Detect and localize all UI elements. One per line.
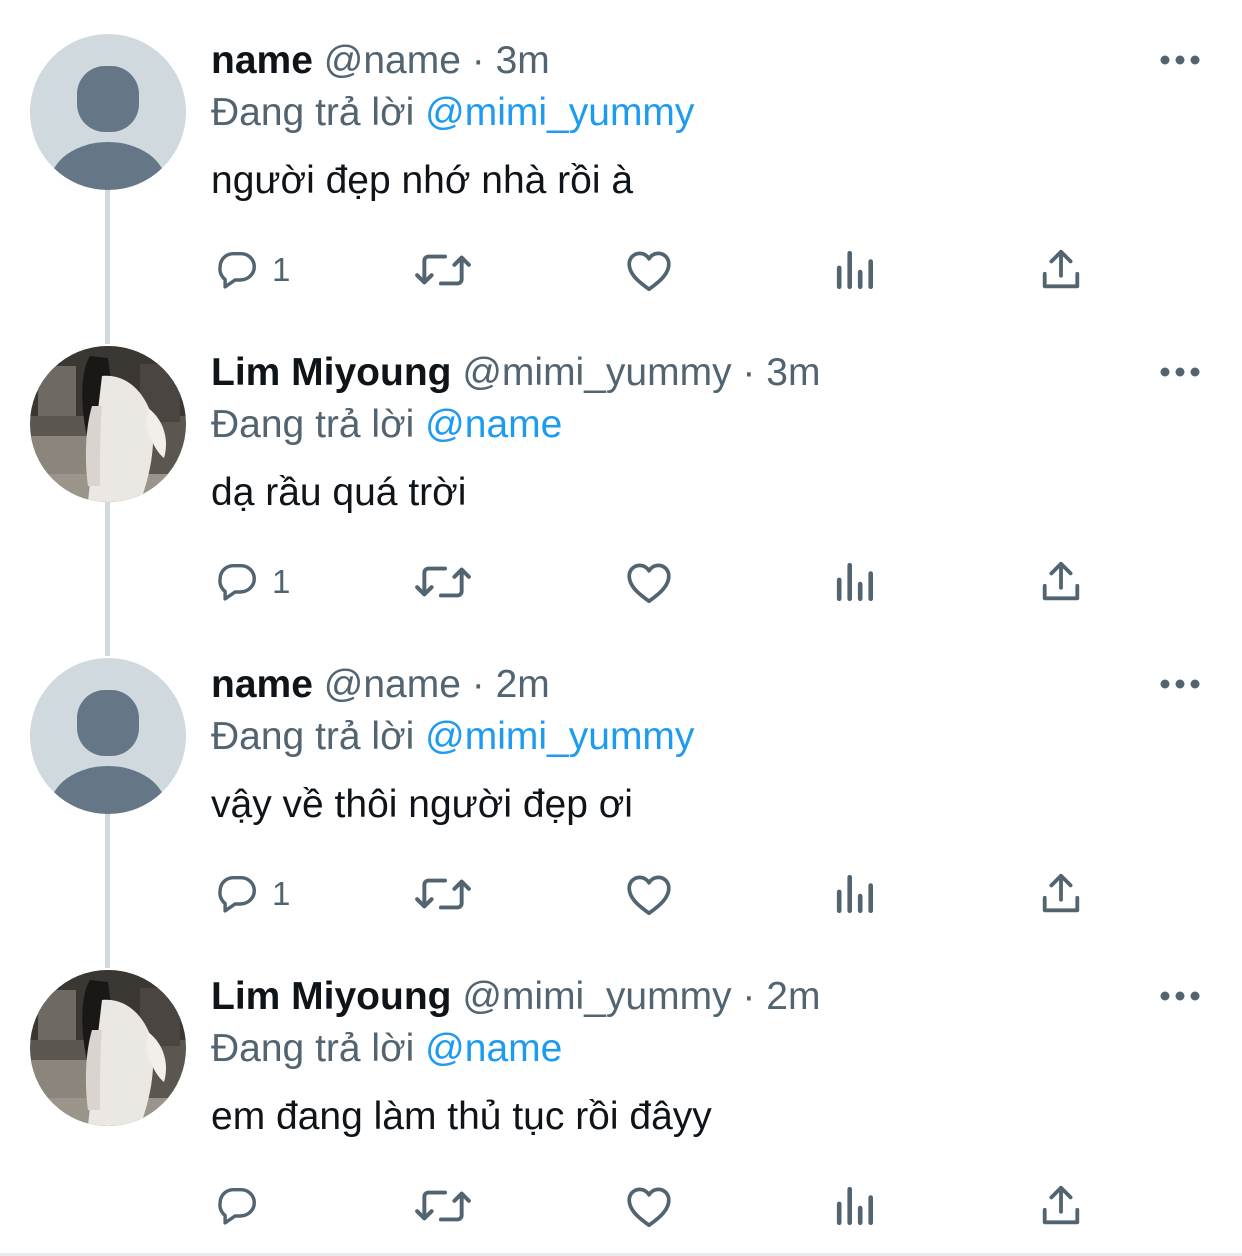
tweet-text: dạ rầu quá trời	[211, 471, 467, 514]
timestamp[interactable]: 3m	[496, 39, 550, 82]
reply-mention-link[interactable]: @name	[425, 403, 562, 446]
separator: ·	[742, 351, 756, 394]
reply-count: 1	[272, 251, 291, 288]
reply-context: Đang trả lời @mimi_yummy	[211, 714, 694, 760]
tweet-header: Lim Miyoung @mimi_yummy · 3m	[211, 350, 820, 396]
reply-context: Đang trả lời @name	[211, 402, 562, 448]
share-upload-icon	[1039, 871, 1083, 917]
separator: ·	[471, 663, 485, 706]
tweet-header: name @name · 3m	[211, 38, 550, 84]
tweet-text: em đang làm thủ tục rồi đâyy	[211, 1095, 712, 1138]
handle[interactable]: @name	[324, 39, 461, 82]
reply-bubble-icon	[214, 871, 260, 917]
reply-mention-link[interactable]: @mimi_yummy	[425, 715, 694, 758]
share-upload-icon	[1039, 247, 1083, 293]
retweet-icon	[414, 871, 472, 917]
display-name[interactable]: Lim Miyoung	[211, 351, 451, 394]
tweet-text: vậy về thôi người đẹp ơi	[211, 783, 633, 826]
separator: ·	[742, 975, 756, 1018]
tweet[interactable]: name @name · 3m Đang trả lời @mimi_yummy…	[0, 0, 1242, 312]
action-bar: 1	[211, 240, 1111, 300]
views-button[interactable]	[835, 864, 877, 924]
views-bar-chart-icon	[835, 249, 877, 291]
retweet-button[interactable]	[414, 864, 472, 924]
avatar[interactable]	[30, 970, 186, 1126]
retweet-icon	[414, 1183, 472, 1229]
reply-prefix: Đang trả lời	[211, 91, 415, 134]
heart-icon	[624, 247, 674, 293]
share-button[interactable]	[1039, 552, 1083, 612]
separator: ·	[471, 39, 485, 82]
more-horizontal-icon[interactable]	[1158, 50, 1202, 70]
heart-icon	[624, 1183, 674, 1229]
heart-icon	[624, 559, 674, 605]
handle[interactable]: @mimi_yummy	[462, 351, 731, 394]
reply-prefix: Đang trả lời	[211, 403, 415, 446]
reply-button[interactable]	[214, 1176, 272, 1236]
reply-mention-link[interactable]: @name	[425, 1027, 562, 1070]
tweet[interactable]: Lim Miyoung @mimi_yummy · 3m Đang trả lờ…	[0, 312, 1242, 624]
retweet-button[interactable]	[414, 552, 472, 612]
share-upload-icon	[1039, 1183, 1083, 1229]
tweet-header: name @name · 2m	[211, 662, 550, 708]
reply-button[interactable]: 1	[214, 864, 290, 924]
share-button[interactable]	[1039, 864, 1083, 924]
timestamp[interactable]: 3m	[766, 351, 820, 394]
action-bar: 1	[211, 864, 1111, 924]
handle[interactable]: @name	[324, 663, 461, 706]
views-bar-chart-icon	[835, 1185, 877, 1227]
views-button[interactable]	[835, 1176, 877, 1236]
like-button[interactable]	[624, 1176, 674, 1236]
reply-count: 1	[272, 875, 291, 912]
views-bar-chart-icon	[835, 561, 877, 603]
retweet-icon	[414, 559, 472, 605]
share-upload-icon	[1039, 559, 1083, 605]
share-button[interactable]	[1039, 240, 1083, 300]
reply-prefix: Đang trả lời	[211, 1027, 415, 1070]
views-button[interactable]	[835, 240, 877, 300]
action-bar	[211, 1176, 1111, 1236]
reply-bubble-icon	[214, 559, 260, 605]
timestamp[interactable]: 2m	[496, 663, 550, 706]
heart-icon	[624, 871, 674, 917]
timestamp[interactable]: 2m	[766, 975, 820, 1018]
display-name[interactable]: name	[211, 39, 313, 82]
avatar[interactable]	[30, 346, 186, 502]
more-horizontal-icon[interactable]	[1158, 986, 1202, 1006]
like-button[interactable]	[624, 240, 674, 300]
reply-context: Đang trả lời @name	[211, 1026, 562, 1072]
views-button[interactable]	[835, 552, 877, 612]
more-horizontal-icon[interactable]	[1158, 674, 1202, 694]
display-name[interactable]: name	[211, 663, 313, 706]
display-name[interactable]: Lim Miyoung	[211, 975, 451, 1018]
share-button[interactable]	[1039, 1176, 1083, 1236]
like-button[interactable]	[624, 864, 674, 924]
reply-mention-link[interactable]: @mimi_yummy	[425, 91, 694, 134]
avatar[interactable]	[30, 34, 186, 190]
tweet-text: người đẹp nhớ nhà rồi à	[211, 159, 634, 202]
avatar[interactable]	[30, 658, 186, 814]
reply-bubble-icon	[214, 247, 260, 293]
tweet[interactable]: name @name · 2m Đang trả lời @mimi_yummy…	[0, 624, 1242, 936]
retweet-icon	[414, 247, 472, 293]
reply-count: 1	[272, 563, 291, 600]
tweet-header: Lim Miyoung @mimi_yummy · 2m	[211, 974, 820, 1020]
tweet[interactable]: Lim Miyoung @mimi_yummy · 2m Đang trả lờ…	[0, 936, 1242, 1248]
handle[interactable]: @mimi_yummy	[462, 975, 731, 1018]
like-button[interactable]	[624, 552, 674, 612]
action-bar: 1	[211, 552, 1111, 612]
reply-button[interactable]: 1	[214, 552, 290, 612]
more-horizontal-icon[interactable]	[1158, 362, 1202, 382]
reply-button[interactable]: 1	[214, 240, 290, 300]
reply-prefix: Đang trả lời	[211, 715, 415, 758]
retweet-button[interactable]	[414, 1176, 472, 1236]
views-bar-chart-icon	[835, 873, 877, 915]
reply-bubble-icon	[214, 1183, 260, 1229]
reply-context: Đang trả lời @mimi_yummy	[211, 90, 694, 136]
retweet-button[interactable]	[414, 240, 472, 300]
